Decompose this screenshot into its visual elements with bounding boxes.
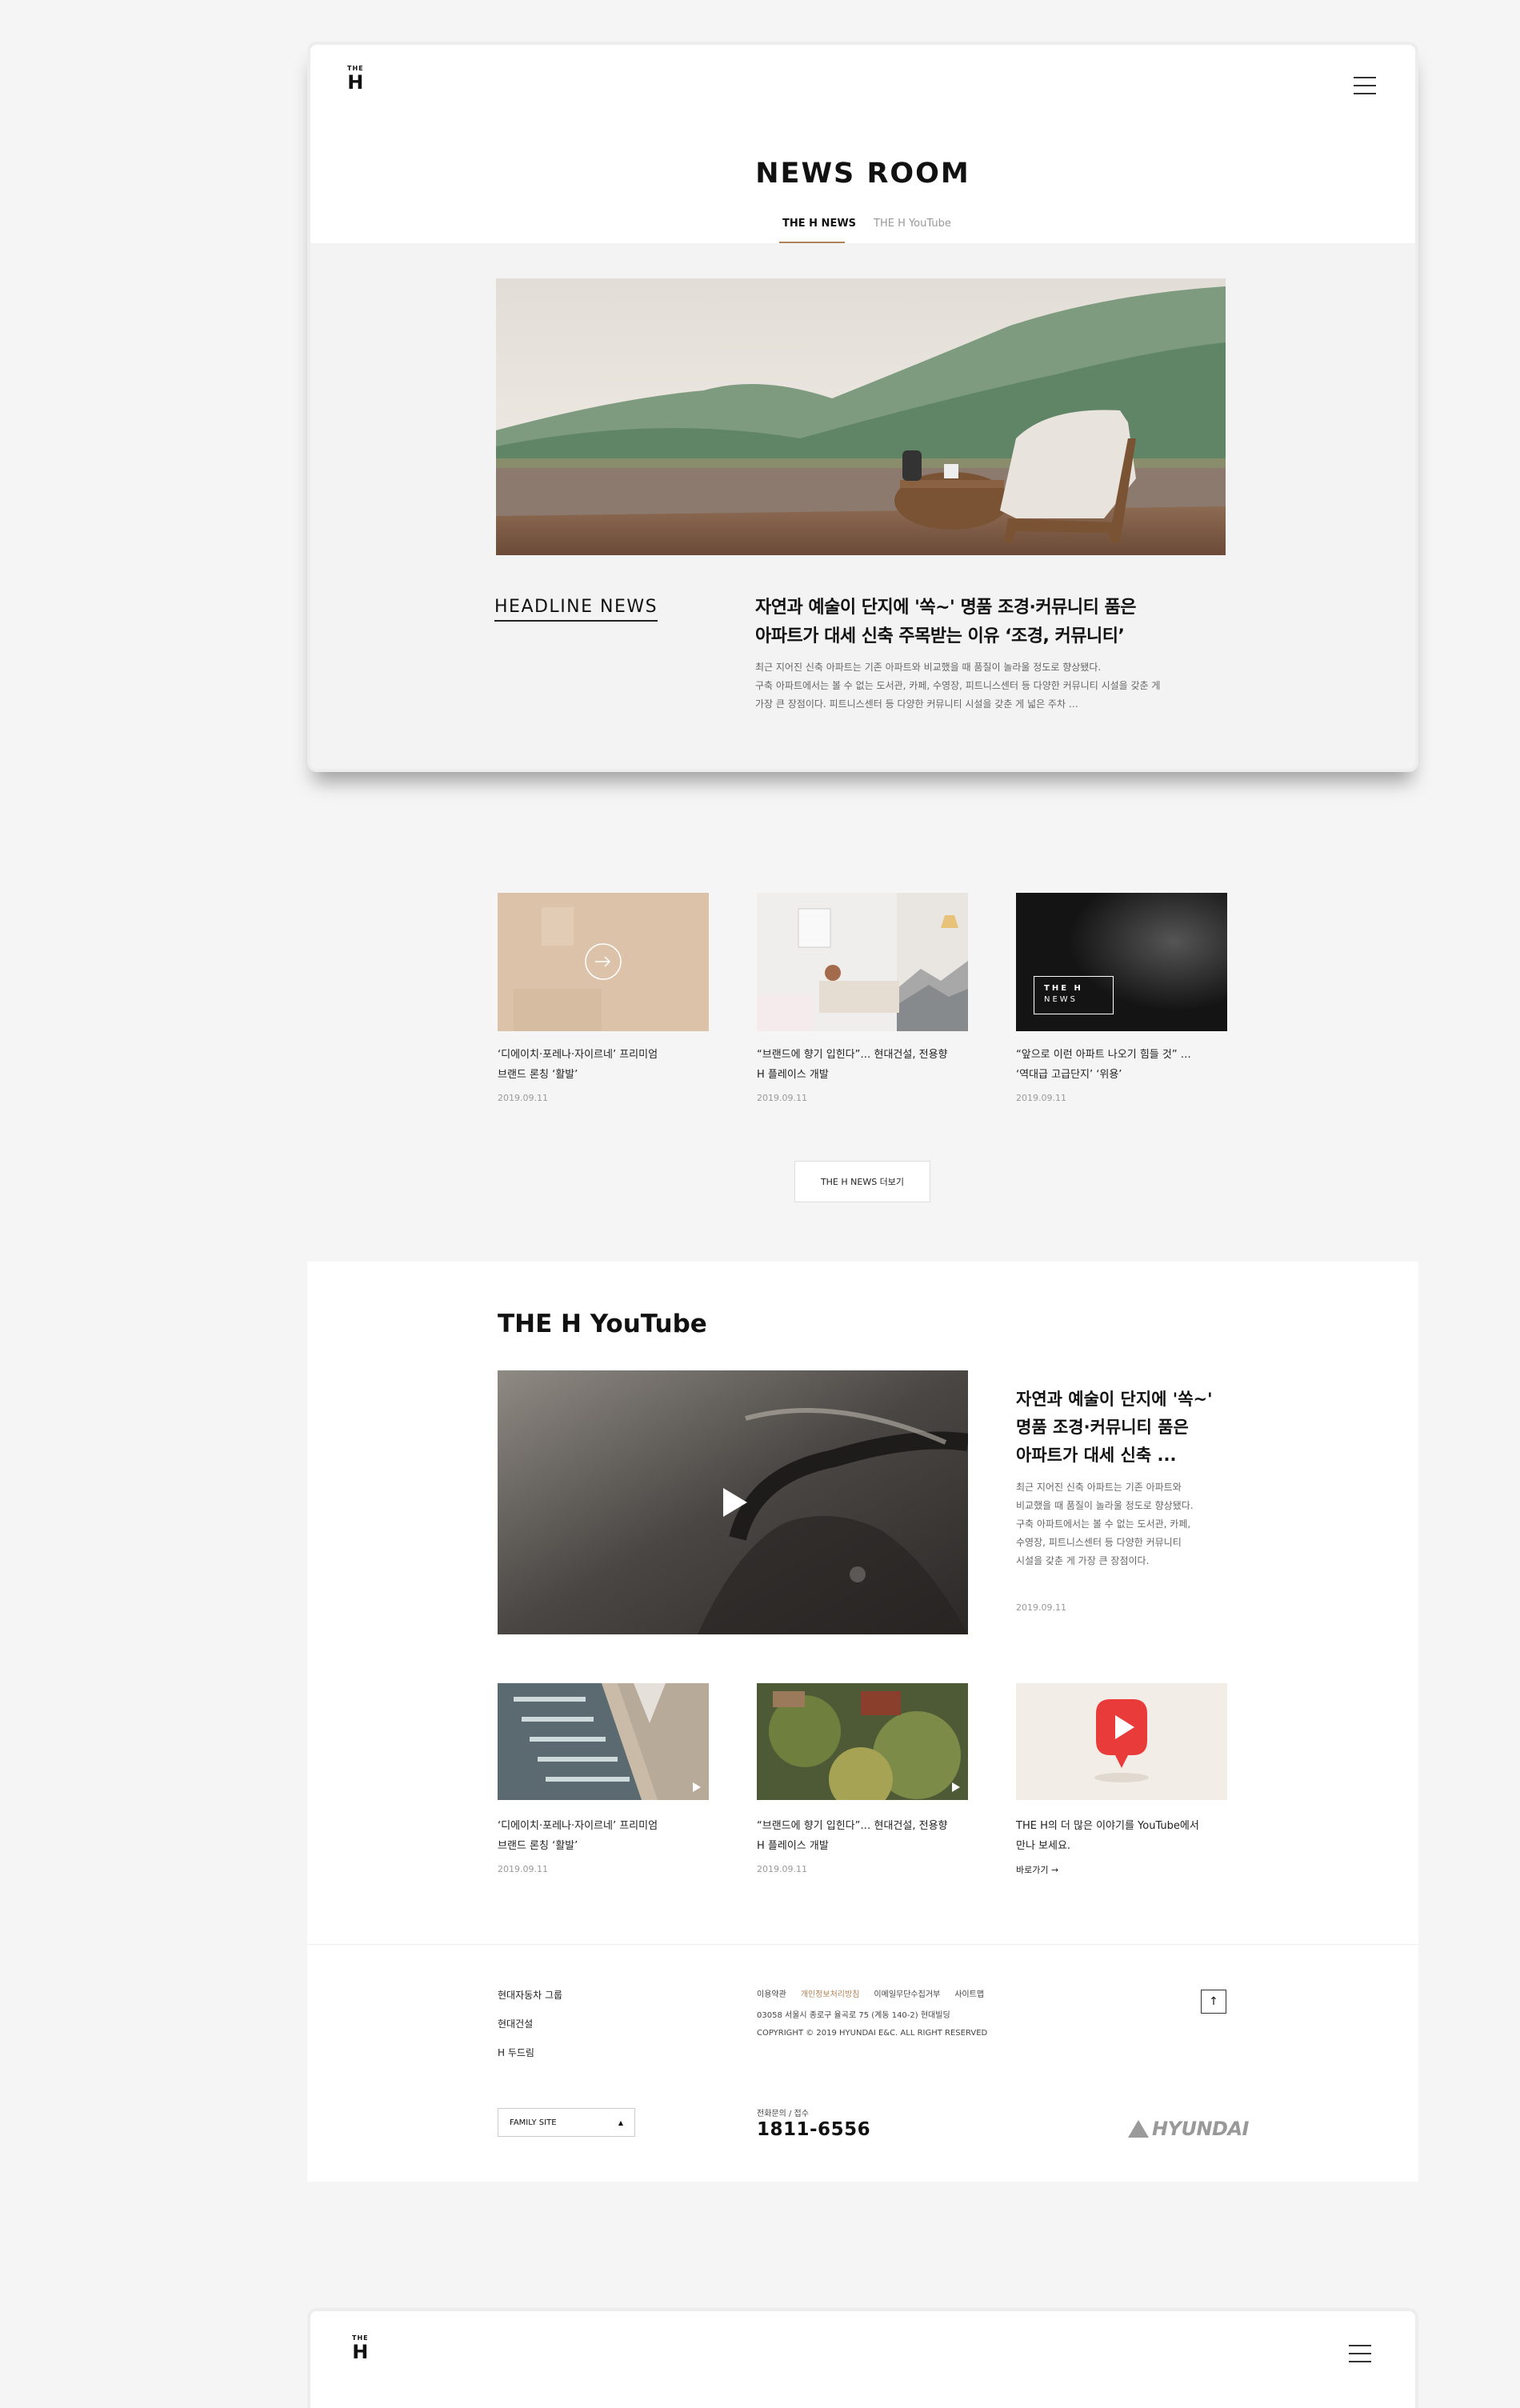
youtube-card-title-2[interactable]: “브랜드에 향기 입힌다”… 현대건설, 전용향 H 플레이스 개발 (757, 1816, 948, 1856)
hyundai-logo[interactable]: HYUNDAI (1128, 2118, 1249, 2140)
footer-copyright: COPYRIGHT © 2019 HYUNDAI E&C. ALL RIGHT … (757, 2029, 988, 2038)
the-h-logo-bottom[interactable]: THE H (352, 2335, 369, 2362)
youtube-section: THE H YouTube 자연과 예술이 단지에 '쏙~' 명품 조경·커뮤니… (307, 1262, 1418, 2182)
page-title: NEWS ROOM (755, 158, 970, 190)
youtube-card-date-1: 2019.09.11 (498, 1864, 548, 1874)
footer-link-hyundai-group[interactable]: 현대자동차 그룹 (498, 1988, 562, 2002)
the-h-logo[interactable]: THE H (347, 66, 364, 94)
featured-title-line3: 아파트가 대세 신축 ... (1016, 1446, 1177, 1465)
headline-excerpt-line2: 구축 아파트에서는 볼 수 없는 도서관, 카페, 수영장, 피트니스센터 등 … (755, 680, 1161, 691)
youtube-card-title-2-line1: “브랜드에 향기 입힌다”… 현대건설, 전용향 (757, 1820, 948, 1832)
logo-large-text: H (347, 71, 364, 94)
newsroom-card: THE H NEWS ROOM THE H NEWS THE H YouTube (307, 42, 1418, 772)
headline-news-label: HEADLINE NEWS (494, 597, 658, 622)
news-card-image-2[interactable] (757, 893, 968, 1031)
play-icon (693, 1782, 701, 1792)
tab-the-h-youtube[interactable]: THE H YouTube (874, 218, 951, 230)
caret-up-icon: ▲ (618, 2118, 623, 2126)
news-card-title-2[interactable]: “브랜드에 향기 입힌다”… 현대건설, 전용향 H 플레이스 개발 (757, 1045, 948, 1085)
the-h-news-badge: THE H NEWS (1034, 976, 1114, 1014)
youtube-promo-text: THE H의 더 많은 이야기를 YouTube에서 만나 보세요. (1016, 1816, 1199, 1856)
headline-image[interactable] (496, 278, 1226, 555)
youtube-card-image-2[interactable] (757, 1683, 968, 1800)
youtube-promo-line2: 만나 보세요. (1016, 1840, 1071, 1852)
featured-title-line1: 자연과 예술이 단지에 '쏙~' (1016, 1390, 1213, 1409)
featured-excerpt-line1: 최근 지어진 신축 아파트는 기존 아파트와 (1016, 1482, 1182, 1493)
news-card-date-3: 2019.09.11 (1016, 1093, 1066, 1103)
news-card-image-3[interactable]: THE H NEWS (1016, 893, 1227, 1031)
play-icon (952, 1782, 960, 1792)
footer-link-h-dodream[interactable]: H 두드림 (498, 2046, 534, 2059)
footer-address: 03058 서울시 종로구 율곡로 75 (계동 140-2) 현대빌딩 (757, 2011, 950, 2020)
news-card-title-2-line2: H 플레이스 개발 (757, 1069, 829, 1081)
featured-video[interactable] (498, 1370, 968, 1634)
privacy-link[interactable]: 개인정보처리방침 (801, 1987, 860, 1999)
active-tab-indicator (779, 242, 845, 243)
featured-title-line2: 명품 조경·커뮤니티 품은 (1016, 1418, 1189, 1437)
phone-number: 1811-6556 (757, 2119, 871, 2140)
youtube-card-title-1-line2: 브랜드 론칭 ‘활발’ (498, 1840, 578, 1852)
headline-title[interactable]: 자연과 예술이 단지에 '쏙~' 명품 조경·커뮤니티 품은 아파트가 대세 신… (755, 594, 1203, 651)
menu-icon[interactable] (1354, 77, 1376, 94)
youtube-card-image-1[interactable] (498, 1683, 709, 1800)
second-page-card: THE H (307, 2308, 1418, 2408)
featured-excerpt-line4: 수영장, 피트니스센터 등 다양한 커뮤니티 (1016, 1537, 1182, 1548)
scroll-top-button[interactable]: ↑ (1201, 1990, 1226, 2014)
email-policy-link[interactable]: 이메일무단수집거부 (874, 1987, 940, 1999)
news-card-title-2-line1: “브랜드에 향기 입힌다”… 현대건설, 전용향 (757, 1049, 948, 1061)
tab-the-h-news[interactable]: THE H NEWS (782, 218, 856, 230)
terms-link[interactable]: 이용약관 (757, 1987, 786, 1999)
headline-excerpt-line3: 가장 큰 장점이다. 피트니스센터 등 다양한 커뮤니티 시설을 갖춘 게 넓은… (755, 698, 1078, 710)
more-news-button[interactable]: THE H NEWS 더보기 (794, 1161, 930, 1202)
headline-excerpt-line1: 최근 지어진 신축 아파트는 기존 아파트와 비교했을 때 품질이 놀라울 정도… (755, 662, 1102, 673)
badge-line1: THE H (1044, 984, 1083, 993)
sitemap-link[interactable]: 사이트맵 (954, 1987, 984, 1999)
footer-policy-links: 이용약관 개인정보처리방침 이메일무단수집거부 사이트맵 (757, 1987, 984, 1999)
youtube-promo-image[interactable] (1016, 1683, 1227, 1800)
hyundai-triangle-icon (1128, 2120, 1149, 2138)
footer-link-hyundai-enc[interactable]: 현대건설 (498, 2017, 533, 2030)
youtube-card-date-2: 2019.09.11 (757, 1864, 807, 1874)
youtube-card-title-1[interactable]: ‘디에이치·포레나·자이르네’ 프리미엄 브랜드 론칭 ‘활발’ (498, 1816, 658, 1856)
news-card-title-1[interactable]: ‘디에이치·포레나·자이르네’ 프리미엄 브랜드 론칭 ‘활발’ (498, 1045, 658, 1085)
headline-title-line2: 아파트가 대세 신축 주목받는 이유 ‘조경, 커뮤니티’ (755, 626, 1125, 646)
news-card-title-1-line2: 브랜드 론칭 ‘활발’ (498, 1069, 578, 1081)
featured-excerpt-line5: 시설을 갖춘 게 가장 큰 장점이다. (1016, 1555, 1150, 1566)
youtube-card-title-2-line2: H 플레이스 개발 (757, 1840, 829, 1852)
news-card-title-3[interactable]: “앞으로 이런 아파트 나오기 힘들 것” … ‘역대급 고급단지’ ‘위용’ (1016, 1045, 1191, 1085)
hyundai-logo-text: HYUNDAI (1152, 2118, 1249, 2140)
news-card-image-1[interactable] (498, 893, 709, 1031)
badge-line2: NEWS (1044, 995, 1078, 1004)
headline-title-line1: 자연과 예술이 단지에 '쏙~' 명품 조경·커뮤니티 품은 (755, 598, 1137, 618)
news-card-date-2: 2019.09.11 (757, 1093, 807, 1103)
youtube-promo-line1: THE H의 더 많은 이야기를 YouTube에서 (1016, 1820, 1199, 1832)
featured-video-title[interactable]: 자연과 예술이 단지에 '쏙~' 명품 조경·커뮤니티 품은 아파트가 대세 신… (1016, 1386, 1224, 1470)
featured-excerpt-line3: 구축 아파트에서는 볼 수 없는 도서관, 카페, (1016, 1518, 1191, 1530)
menu-icon-bottom[interactable] (1349, 2345, 1371, 2362)
youtube-card-title-1-line1: ‘디에이치·포레나·자이르네’ 프리미엄 (498, 1820, 658, 1832)
featured-excerpt-line2: 비교했을 때 품질이 놀라울 정도로 향상됐다. (1016, 1500, 1194, 1511)
play-icon[interactable] (723, 1488, 747, 1517)
youtube-heading: THE H YouTube (498, 1310, 707, 1338)
featured-video-date: 2019.09.11 (1016, 1602, 1066, 1613)
headline-excerpt: 최근 지어진 신축 아파트는 기존 아파트와 비교했을 때 품질이 놀라울 정도… (755, 658, 1203, 714)
featured-video-excerpt: 최근 지어진 신축 아파트는 기존 아파트와 비교했을 때 품질이 놀라울 정도… (1016, 1478, 1224, 1570)
phone-label: 전화문의 / 접수 (757, 2110, 809, 2118)
footer-divider (307, 1944, 1418, 1945)
family-site-select[interactable]: FAMILY SITE ▲ (498, 2108, 635, 2137)
news-card-date-1: 2019.09.11 (498, 1093, 548, 1103)
family-site-label: FAMILY SITE (510, 2118, 557, 2127)
news-card-title-1-line1: ‘디에이치·포레나·자이르네’ 프리미엄 (498, 1049, 658, 1061)
news-card-title-3-line1: “앞으로 이런 아파트 나오기 힘들 것” … (1016, 1049, 1191, 1061)
logo-large-text-bottom: H (352, 2341, 369, 2363)
news-card-title-3-line2: ‘역대급 고급단지’ ‘위용’ (1016, 1069, 1122, 1081)
youtube-promo-link[interactable]: 바로가기 → (1016, 1863, 1058, 1876)
